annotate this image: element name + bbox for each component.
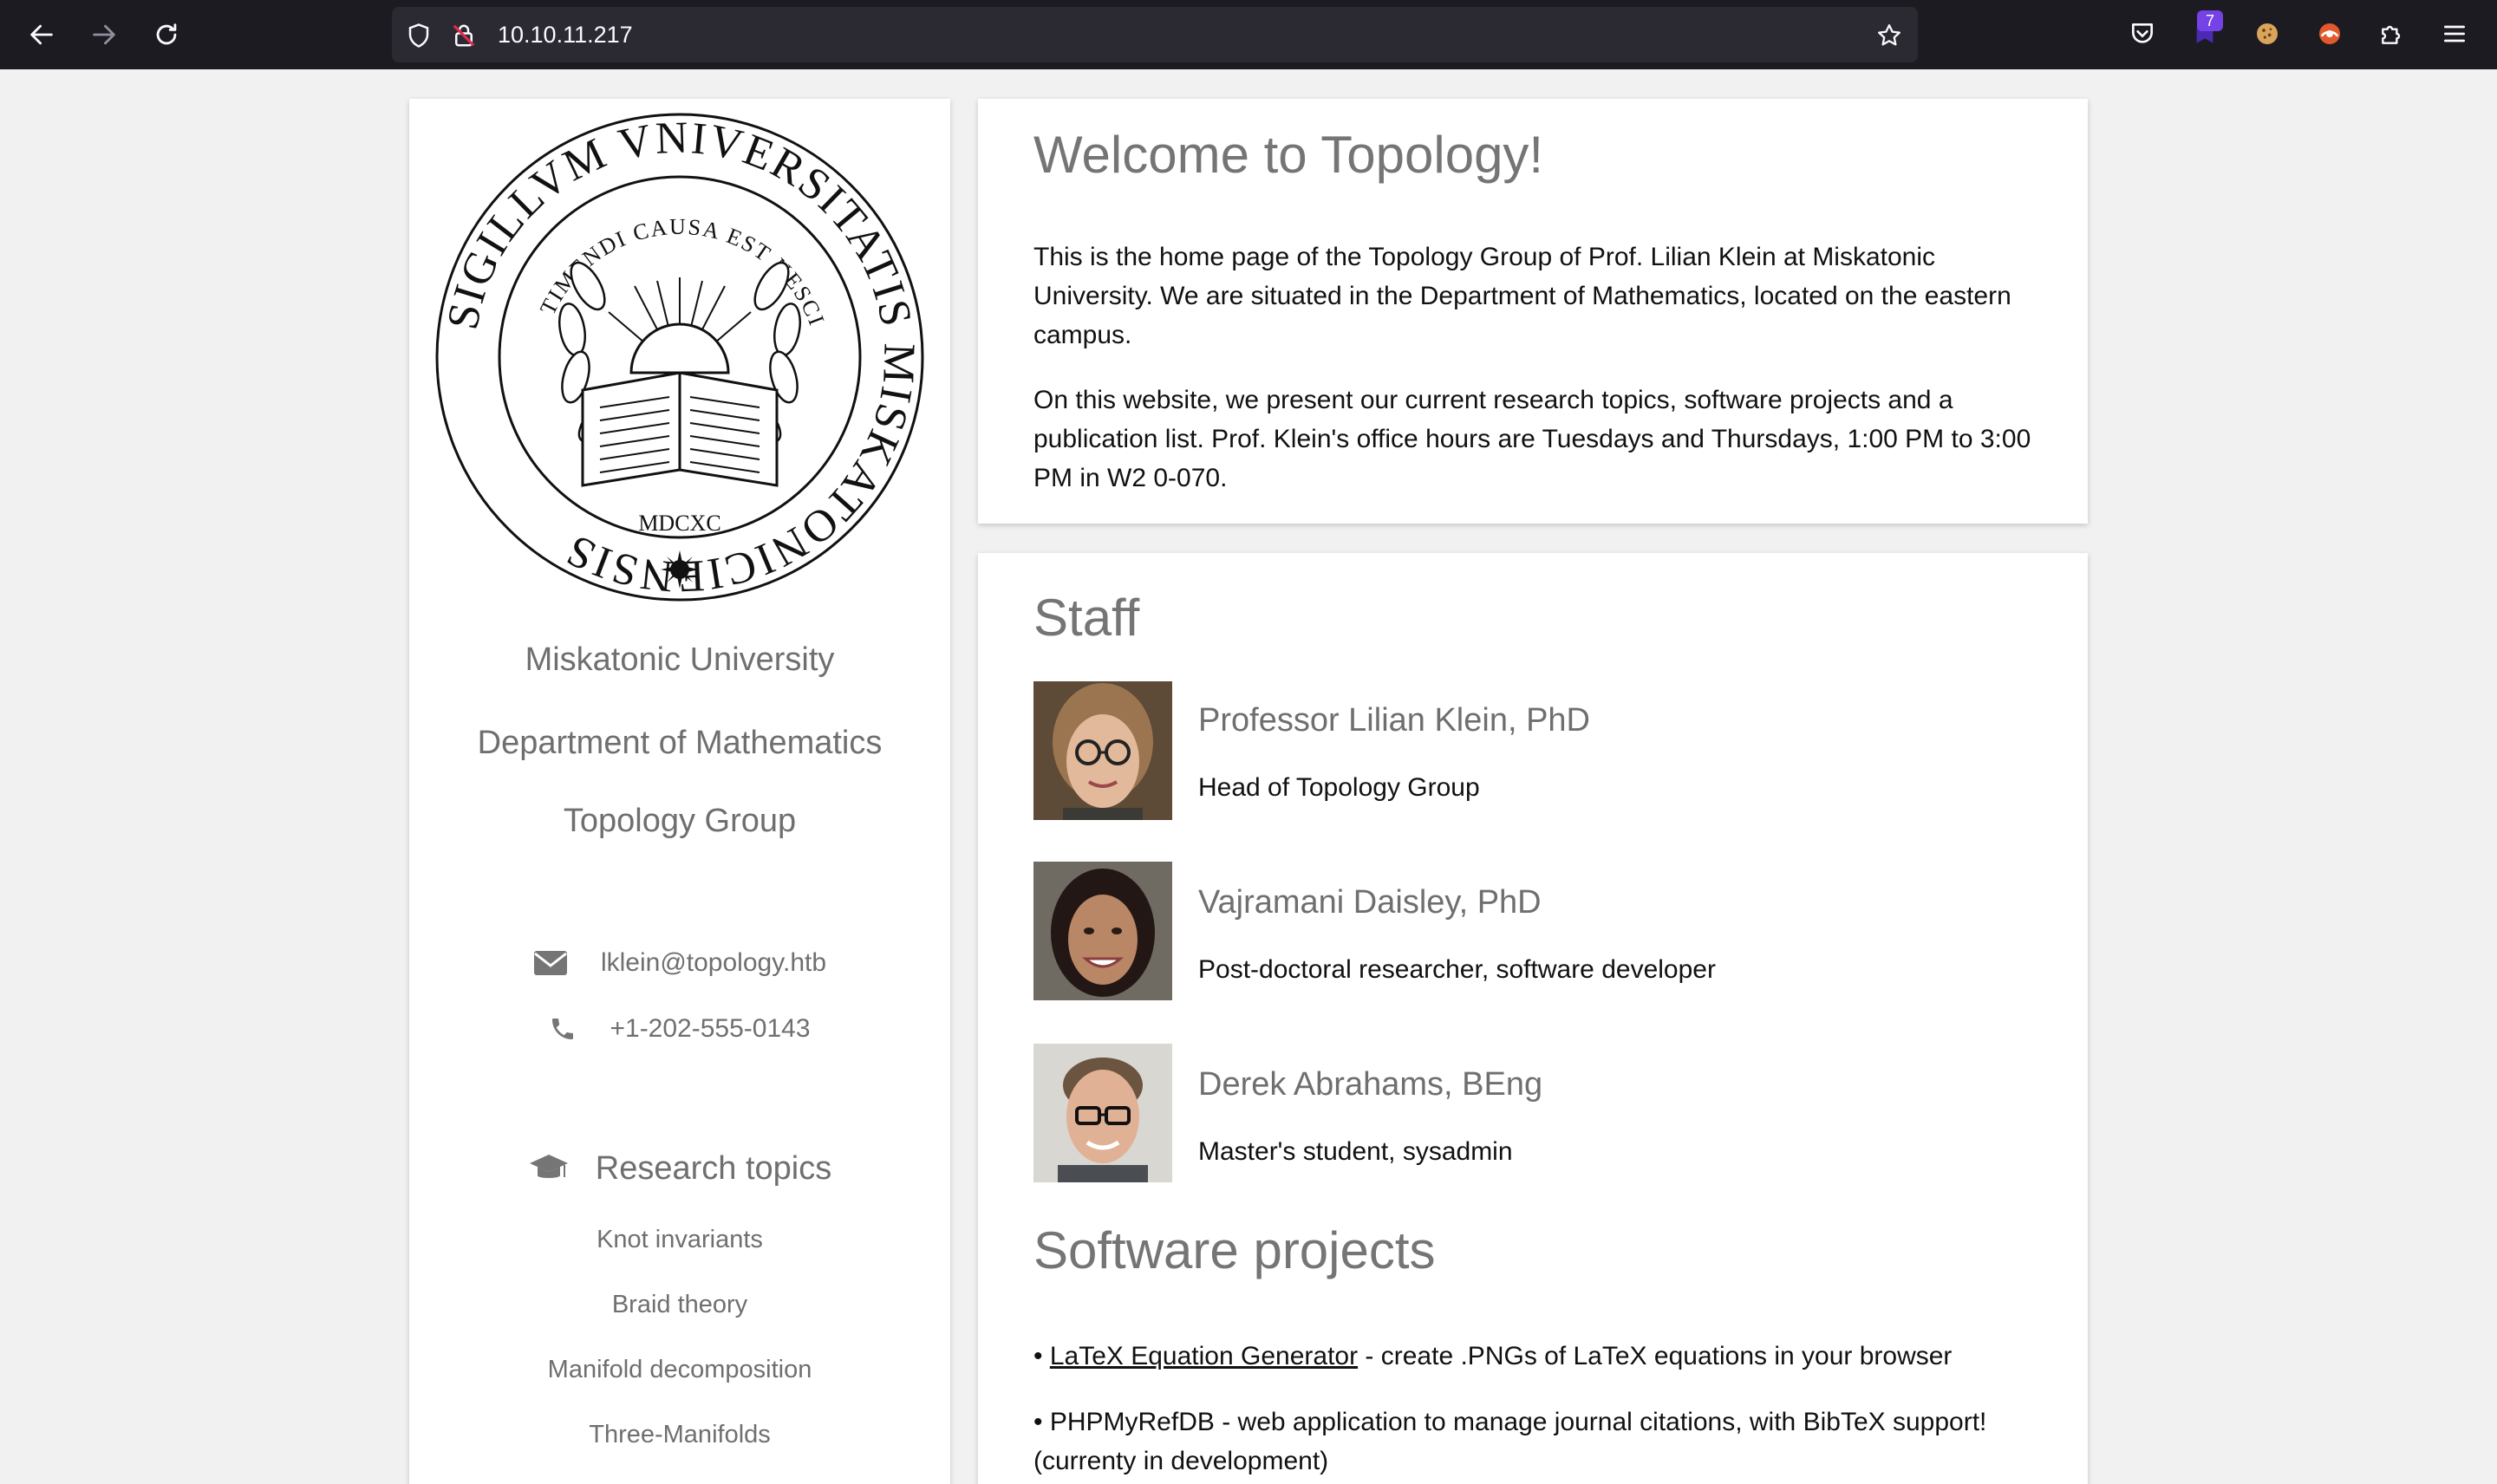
proxy-extension-button[interactable] xyxy=(2311,16,2348,52)
project-description: • PHPMyRefDB - web application to manage… xyxy=(1033,1408,1987,1436)
contact-email: lklein@topology.htb xyxy=(409,941,950,985)
project-description: - create .PNGs of LaTeX equations in you… xyxy=(1358,1342,1953,1370)
research-topic-item: Three-Manifolds xyxy=(589,1421,771,1448)
project-item-latex: • LaTeX Equation Generator - create .PNG… xyxy=(1033,1337,2057,1376)
staff-photo-daisley xyxy=(1033,862,1172,1000)
staff-photo-klein xyxy=(1033,681,1172,820)
envelope-icon xyxy=(533,951,567,975)
welcome-paragraph-2: On this website, we present our current … xyxy=(1033,386,2031,492)
forward-arrow-icon xyxy=(93,24,115,45)
group-name: Topology Group xyxy=(563,803,797,839)
university-seal-logo: SIGILLVM VNIVERSITATIS MISKATONICIENSIS … xyxy=(435,113,924,602)
research-topic-item: Knot invariants xyxy=(597,1226,763,1253)
software-projects-title: Software projects xyxy=(1033,1221,1436,1279)
research-topic-item: Braid theory xyxy=(611,1291,748,1318)
hamburger-menu-icon xyxy=(2444,25,2465,42)
url-text[interactable]: 10.10.11.217 xyxy=(498,7,633,62)
reload-button[interactable] xyxy=(147,16,186,54)
research-topics-title: Research topics xyxy=(595,1149,832,1187)
insecure-lock-icon[interactable] xyxy=(451,23,477,49)
url-bar[interactable]: 10.10.11.217 xyxy=(392,7,1918,62)
staff-name: Vajramani Daisley, PhD xyxy=(1198,884,1542,921)
research-topic-item: Manifold decomposition xyxy=(547,1356,812,1383)
welcome-title: Welcome to Topology! xyxy=(1033,126,1544,184)
staff-name: Professor Lilian Klein, PhD xyxy=(1198,702,1590,739)
back-button[interactable] xyxy=(23,16,61,54)
staff-photo-abrahams xyxy=(1033,1044,1172,1182)
staff-card: Staff Professor Lilian Klein, PhD Head o… xyxy=(978,553,2088,1484)
department-name: Department of Mathematics xyxy=(477,725,883,761)
staff-role: Post-doctoral researcher, software devel… xyxy=(1198,955,1716,984)
sidebar: SIGILLVM VNIVERSITATIS MISKATONICIENSIS … xyxy=(409,99,950,1484)
phone-icon xyxy=(552,1019,574,1039)
bookmark-star-icon[interactable] xyxy=(1876,23,1902,49)
project-item-phpmyrefdb: • PHPMyRefDB - web application to manage… xyxy=(1033,1403,2057,1481)
forward-button[interactable] xyxy=(85,16,123,54)
project-status: (currenty in development) xyxy=(1033,1447,1329,1475)
email-text: lklein@topology.htb xyxy=(600,948,827,977)
latex-generator-link[interactable]: LaTeX Equation Generator xyxy=(1050,1342,1358,1370)
staff-role: Master's student, sysadmin xyxy=(1198,1137,1513,1166)
app-menu-button[interactable] xyxy=(2436,16,2473,52)
staff-title: Staff xyxy=(1033,589,1140,647)
proxy-extension-icon xyxy=(2319,23,2340,44)
welcome-card: Welcome to Topology! This is the home pa… xyxy=(978,99,2088,524)
browser-toolbar: 10.10.11.217 7 xyxy=(0,0,2497,69)
contact-phone: +1-202-555-0143 xyxy=(409,1007,950,1051)
staff-name: Derek Abrahams, BEng xyxy=(1198,1066,1543,1103)
reload-icon xyxy=(156,23,177,45)
pocket-icon xyxy=(2132,23,2153,43)
staff-role: Head of Topology Group xyxy=(1198,773,1480,802)
cookie-icon xyxy=(2257,23,2278,44)
back-arrow-icon xyxy=(30,24,53,45)
cookie-extension-button[interactable] xyxy=(2249,16,2285,52)
welcome-paragraph-1: This is the home page of the Topology Gr… xyxy=(1033,243,2011,349)
university-name: Miskatonic University xyxy=(525,641,835,678)
extension-count-badge: 7 xyxy=(2197,10,2223,31)
svg-text:MDCXC: MDCXC xyxy=(638,511,720,536)
puzzle-icon xyxy=(2382,25,2401,44)
graduation-cap-icon xyxy=(529,1155,568,1178)
bullet: • xyxy=(1033,1342,1050,1370)
research-topics-heading: Research topics xyxy=(409,1142,950,1194)
phone-text: +1-202-555-0143 xyxy=(610,1014,811,1043)
shield-icon[interactable] xyxy=(406,23,432,49)
extensions-menu-button[interactable] xyxy=(2374,16,2410,52)
pocket-button[interactable] xyxy=(2124,16,2161,52)
